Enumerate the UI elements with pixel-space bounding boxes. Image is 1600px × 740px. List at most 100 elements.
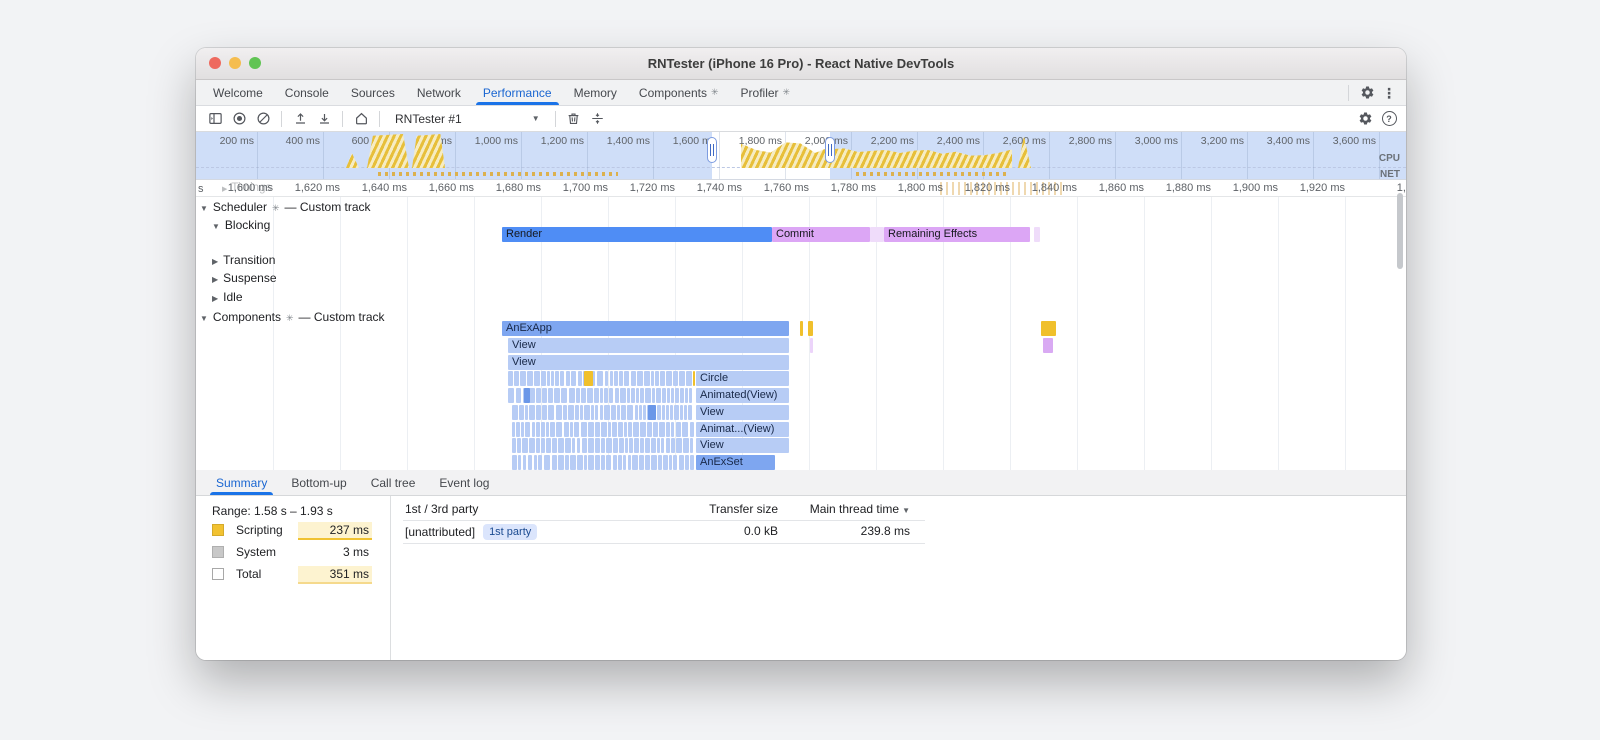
lane-label-blocking[interactable]: ▼ Blocking [212,218,270,232]
flame-bar[interactable] [597,371,603,386]
flame-bar[interactable] [574,422,579,437]
flame-bar[interactable] [661,438,664,453]
tab-welcome[interactable]: Welcome [202,80,274,105]
flame-bar[interactable] [522,438,528,453]
flame-bar[interactable] [516,422,520,437]
flame-bar[interactable] [536,388,541,403]
flame-bar[interactable] [655,371,659,386]
flame-bar[interactable] [576,388,580,403]
legend-swatch[interactable] [212,546,224,558]
flame-bar[interactable] [547,371,550,386]
flame-bar[interactable] [688,405,692,420]
flame-bar-view[interactable]: View [508,338,789,353]
flame-bar[interactable] [601,422,607,437]
flame-bar[interactable] [529,405,535,420]
flame-bar[interactable] [512,438,516,453]
flame-bar[interactable] [534,455,537,470]
flame-bar[interactable] [620,388,626,403]
tab-components[interactable]: Components ✳ [628,80,730,105]
flame-bar[interactable] [666,405,669,420]
settings-gear-icon[interactable] [1358,84,1376,102]
flame-bar[interactable] [529,438,535,453]
flame-bar[interactable] [644,371,650,386]
flame-bar[interactable] [666,438,670,453]
flame-bar[interactable] [611,405,616,420]
tab-network[interactable]: Network [406,80,472,105]
flame-bar[interactable] [546,438,551,453]
flame-bar[interactable] [565,438,571,453]
flame-bar[interactable] [624,422,627,437]
flame-bar[interactable] [512,405,518,420]
flame-bar[interactable] [652,388,655,403]
flame-bar[interactable] [684,405,687,420]
flame-bar[interactable] [534,371,540,386]
flame-bar[interactable] [587,388,593,403]
flame-bar[interactable] [584,405,590,420]
flame-bar[interactable] [810,338,813,353]
flame-bar-highlight[interactable] [524,388,530,403]
flame-bar[interactable] [578,371,582,386]
flame-bar[interactable] [612,422,617,437]
flame-bar[interactable] [588,438,594,453]
tab-console[interactable]: Console [274,80,340,105]
flame-bar[interactable] [542,405,547,420]
tab-profiler[interactable]: Profiler ✳ [730,80,802,105]
flame-bar[interactable] [628,455,631,470]
flame-bar[interactable] [570,455,576,470]
collapse-vertical-icon[interactable] [587,109,609,129]
flame-bar[interactable] [653,422,658,437]
flame-bar[interactable] [555,371,559,386]
flame-bar[interactable] [671,422,674,437]
flame-bar[interactable] [551,371,554,386]
flame-bar[interactable] [584,455,587,470]
flame-bar[interactable] [657,438,660,453]
target-selector-dropdown[interactable]: RNTester #1 ▼ [387,109,548,129]
flame-bar[interactable] [552,455,557,470]
flame-bar[interactable] [659,422,665,437]
flame-bar[interactable] [808,321,813,336]
flame-bar[interactable] [580,405,583,420]
flame-bar[interactable] [1043,338,1053,353]
save-profile-icon[interactable] [313,109,335,129]
flame-bar[interactable] [595,422,600,437]
flame-bar[interactable] [627,388,630,403]
flame-bar[interactable] [645,388,651,403]
flame-bar[interactable] [645,455,650,470]
timeline-ruler[interactable]: s ▶ Timings 1,600 ms 1,620 ms 1,640 ms 1,660… [196,180,1406,197]
flame-bar[interactable] [508,371,513,386]
column-header-party[interactable]: 1st / 3rd party [405,502,478,516]
flame-bar[interactable] [605,371,608,386]
flame-bar[interactable] [556,405,562,420]
flame-bar[interactable] [639,405,642,420]
flame-chart-area[interactable]: ▼ Scheduler ✳ — Custom track ▼ Component… [196,197,1406,470]
track-header-components[interactable]: ▼ Components ✳ — Custom track [200,310,385,324]
flame-bar[interactable] [525,405,528,420]
flame-bar[interactable] [577,438,580,453]
flame-bar[interactable] [541,438,545,453]
scheduler-bar-render[interactable]: Render [502,227,772,242]
selection-handle-right[interactable] [825,137,835,163]
flame-bar[interactable] [676,422,681,437]
flame-bar[interactable] [657,405,661,420]
flame-bar[interactable] [637,371,643,386]
flame-bar[interactable] [536,438,540,453]
flame-bar[interactable] [680,388,684,403]
tab-performance[interactable]: Performance [472,80,563,105]
column-header-main-thread-time[interactable]: Main thread time ▼ [778,502,910,516]
flame-bar[interactable] [548,388,553,403]
flame-bar[interactable] [800,321,803,336]
flame-bar[interactable] [669,455,672,470]
flame-bar-highlight[interactable] [648,405,656,420]
flame-bar[interactable] [532,422,535,437]
timeline-overview[interactable]: CPU NET 200 ms400 ms600 ms800 ms1,000 ms… [196,132,1406,180]
flame-bar[interactable] [542,388,547,403]
flame-bar[interactable] [536,405,541,420]
flame-bar[interactable] [663,455,668,470]
flame-bar[interactable] [623,455,626,470]
flame-bar[interactable] [541,371,546,386]
flame-bar[interactable] [658,455,662,470]
details-tab-call-tree[interactable]: Call tree [359,470,428,495]
flame-bar[interactable] [656,388,661,403]
record-icon[interactable] [228,109,250,129]
flame-bar[interactable] [610,371,613,386]
